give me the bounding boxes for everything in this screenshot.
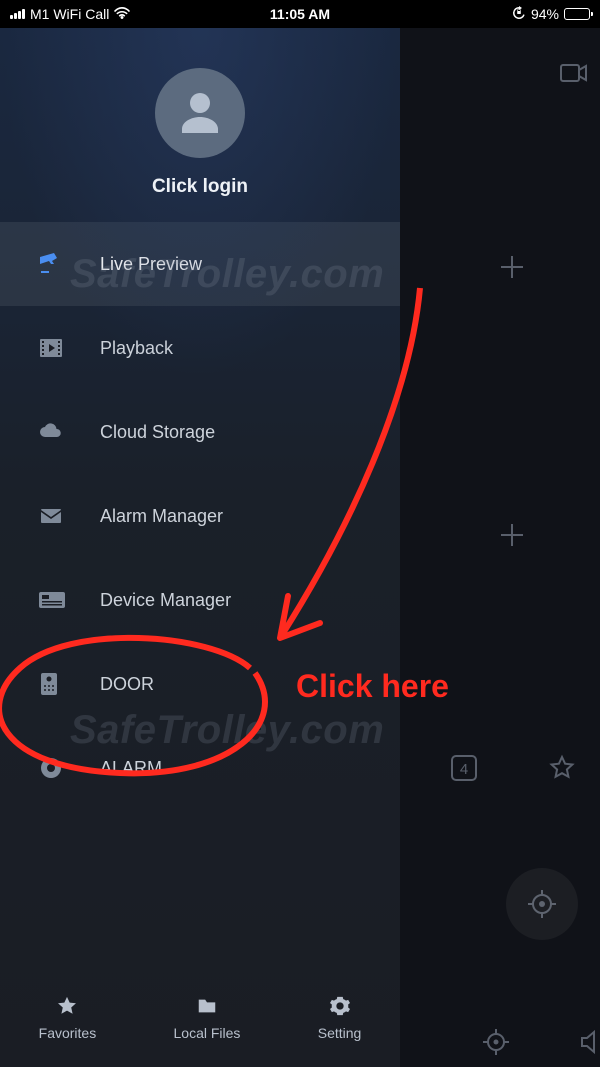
film-icon [38,335,72,361]
status-right: 94% [512,6,590,23]
cloud-icon [38,419,72,445]
bottom-favorites[interactable]: Favorites [39,995,97,1041]
battery-icon [564,8,590,20]
add-icon[interactable] [499,522,525,548]
svg-text:4: 4 [460,761,468,778]
bottom-label: Local Files [174,1025,241,1041]
menu-label: Live Preview [100,254,202,275]
star-fill-icon [56,995,78,1017]
bottom-local-files[interactable]: Local Files [174,995,241,1041]
user-icon [176,89,224,137]
login-label[interactable]: Click login [0,176,400,198]
bottom-label: Favorites [39,1025,97,1041]
menu-device-manager[interactable]: Device Manager [0,558,400,642]
status-bar: M1 WiFi Call 11:05 AM 94% [0,0,600,28]
bottom-label: Setting [318,1025,362,1041]
menu-alarm-manager[interactable]: Alarm Manager [0,474,400,558]
battery-pct: 94% [531,6,559,22]
menu-label: ALARM [100,758,162,779]
avatar[interactable] [155,68,245,158]
menu-list: Live Preview Playback Cloud Storage Alar… [0,222,400,975]
camera-channel-icon [560,62,588,84]
carrier-label: M1 WiFi Call [30,6,109,22]
wifi-icon [114,6,130,22]
star-icon[interactable] [548,754,576,782]
annotation-text: Click here [296,668,449,705]
menu-label: Alarm Manager [100,506,223,527]
locate-icon[interactable] [482,1028,510,1056]
camera-icon [38,251,72,277]
door-icon [38,671,72,697]
menu-playback[interactable]: Playback [0,306,400,390]
menu-label: Playback [100,338,173,359]
menu-cloud-storage[interactable]: Cloud Storage [0,390,400,474]
alarm-icon [38,755,72,781]
signal-icon [10,9,25,19]
bottom-bar: Favorites Local Files Setting [0,975,400,1067]
menu-live-preview[interactable]: Live Preview [0,222,400,306]
mail-icon [38,503,72,529]
folder-icon [196,995,218,1017]
add-icon[interactable] [499,254,525,280]
navigation-drawer: Click login Live Preview Playback Cloud … [0,28,400,1067]
menu-alarm[interactable]: ALARM [0,726,400,810]
rotation-lock-icon [512,6,526,23]
menu-label: Device Manager [100,590,231,611]
capture-button[interactable] [506,868,578,940]
menu-label: DOOR [100,674,154,695]
gear-icon [329,995,351,1017]
app-backdrop: 4 [400,28,600,1067]
clock: 11:05 AM [270,6,330,22]
device-icon [38,589,72,611]
grid-4-icon[interactable]: 4 [450,754,478,782]
target-icon [526,888,558,920]
sound-icon[interactable] [580,1028,600,1056]
status-left: M1 WiFi Call [10,6,130,22]
menu-label: Cloud Storage [100,422,215,443]
bottom-setting[interactable]: Setting [318,995,362,1041]
profile-section[interactable]: Click login [0,28,400,222]
